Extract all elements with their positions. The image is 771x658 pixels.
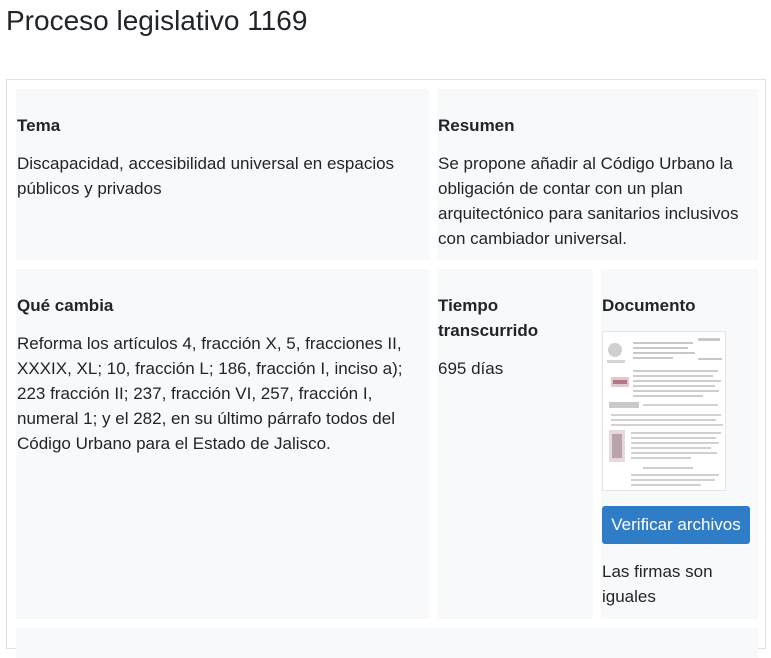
documento-section: Documento Verificar archivos Las firmas …: [601, 269, 758, 619]
verify-files-button[interactable]: Verificar archivos: [602, 506, 750, 544]
tema-section: Tema Discapacidad, accesibilidad univers…: [16, 89, 429, 260]
tiempo-heading: Tiempo transcurrido: [438, 296, 539, 340]
resumen-text: Se propone añadir al Código Urbano la ob…: [438, 154, 739, 248]
documento-heading: Documento: [602, 296, 696, 315]
tema-text: Discapacidad, accesibilidad universal en…: [17, 154, 395, 198]
que-cambia-text: Reforma los artículos 4, fracción X, 5, …: [17, 334, 403, 453]
next-section-placeholder: [16, 628, 758, 658]
tiempo-value: 695 días: [438, 359, 504, 378]
resumen-heading: Resumen: [438, 116, 515, 135]
tiempo-section: Tiempo transcurrido 695 días: [437, 269, 593, 619]
signature-status-text: Las firmas son iguales: [602, 562, 713, 606]
document-preview-image: [603, 332, 725, 490]
legislative-process-card: Tema Discapacidad, accesibilidad univers…: [6, 79, 766, 658]
page-title: Proceso legislativo 1169: [6, 5, 308, 36]
que-cambia-heading: Qué cambia: [17, 296, 114, 315]
tema-heading: Tema: [17, 116, 61, 135]
que-cambia-section: Qué cambia Reforma los artículos 4, frac…: [16, 269, 429, 619]
resumen-section: Resumen Se propone añadir al Código Urba…: [437, 89, 758, 260]
document-thumbnail[interactable]: [602, 331, 726, 491]
